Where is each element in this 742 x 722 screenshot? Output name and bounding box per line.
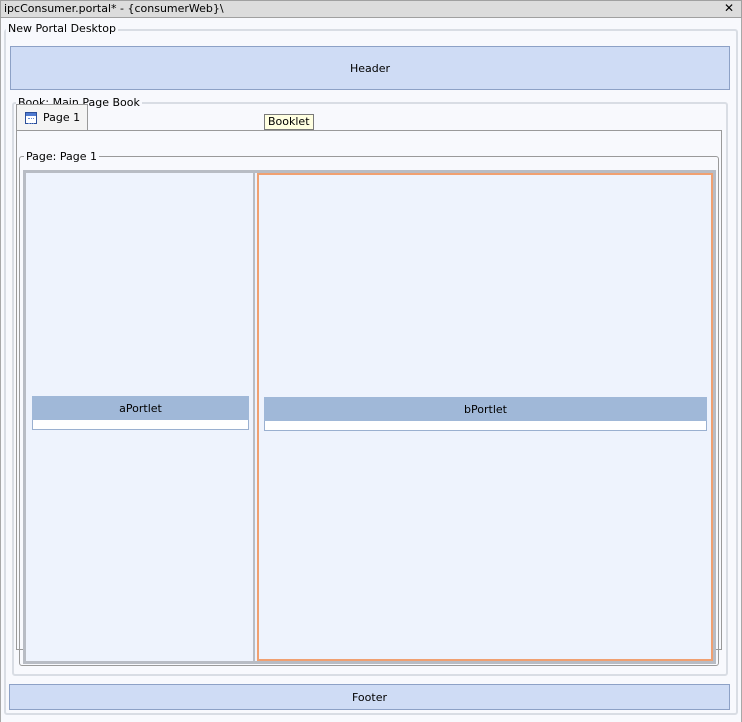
tab-page-1[interactable]: Page 1 — [16, 104, 88, 130]
calendar-icon — [25, 111, 37, 124]
aportlet-title: aPortlet — [32, 396, 249, 420]
aportlet[interactable]: aPortlet — [32, 396, 249, 430]
aportlet-body — [32, 420, 249, 430]
close-icon[interactable]: ✕ — [723, 1, 735, 16]
desktop-legend: New Portal Desktop — [6, 22, 118, 35]
header-region[interactable]: Header — [10, 46, 730, 90]
layout-column-left[interactable]: aPortlet — [26, 173, 255, 661]
bportlet-body — [264, 421, 707, 431]
bportlet[interactable]: bPortlet — [264, 397, 707, 431]
tab-label: Page 1 — [43, 111, 81, 124]
bportlet-title: bPortlet — [264, 397, 707, 421]
footer-region[interactable]: Footer — [9, 684, 730, 710]
page-legend: Page: Page 1 — [24, 150, 99, 163]
booklet-tooltip: Booklet — [264, 114, 314, 130]
window-title-bar: ipcConsumer.portal* - {consumerWeb}\ ✕ — [0, 0, 742, 18]
window-title: ipcConsumer.portal* - {consumerWeb}\ — [4, 2, 224, 15]
header-label: Header — [349, 61, 391, 75]
page-layout: aPortlet bPortlet — [23, 170, 716, 664]
footer-label: Footer — [352, 690, 387, 704]
layout-column-right-selected[interactable]: bPortlet — [257, 173, 713, 661]
